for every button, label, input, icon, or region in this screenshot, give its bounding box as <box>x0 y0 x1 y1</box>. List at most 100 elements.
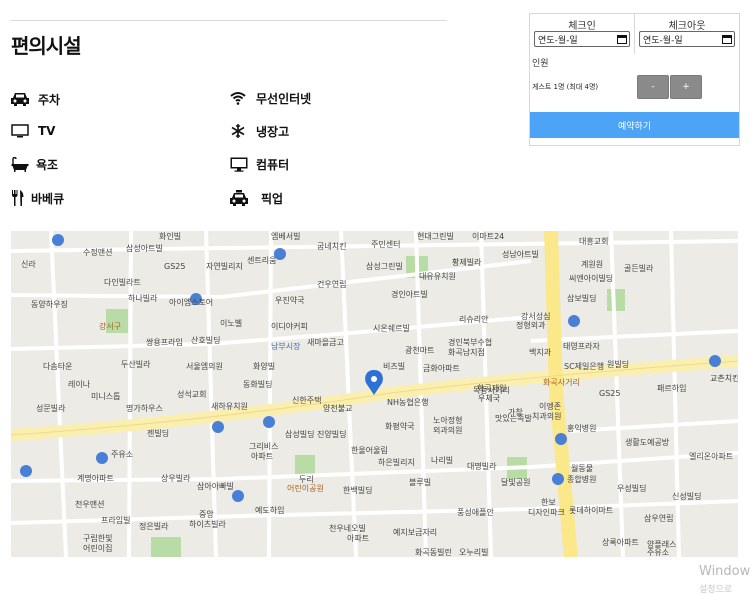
checkout-date-input[interactable]: 연도-월-일 <box>639 31 735 47</box>
map-label: 정형외과 <box>516 321 546 330</box>
calendar-icon[interactable] <box>617 34 627 44</box>
amenity-label: 욕조 <box>36 158 59 172</box>
amenity-bbq: 바베큐 <box>11 190 64 206</box>
map-label: 백지과 <box>529 348 552 357</box>
map-label: 두산빌라 <box>121 360 151 369</box>
bathtub-icon <box>11 157 29 172</box>
map-label: 아파트 <box>251 452 274 461</box>
map-label: 동화빌딩 <box>243 380 273 389</box>
map-label: 대명빌라 <box>467 462 497 471</box>
map-label: 예도하임 <box>255 506 285 515</box>
map-label: 삼성그린빌 <box>366 262 403 271</box>
map-label: 쌍용프라임 <box>146 338 183 347</box>
map-label: 화인빌 <box>159 232 182 241</box>
checkin-label: 체크인 <box>568 21 596 32</box>
increment-guests-button[interactable]: + <box>670 75 702 99</box>
map-label: 대흥교회 <box>579 237 609 246</box>
map-label: 프라임빌 <box>101 516 131 525</box>
checkin-date-input[interactable]: 연도-월-일 <box>534 31 630 47</box>
map-label: 화곡남지점 <box>448 348 485 357</box>
map-label: 계명아파트 <box>77 474 114 483</box>
map-label: 치과의원 <box>532 412 562 421</box>
map-label: 삼성빌딩 <box>285 430 315 439</box>
map-label: GS25 <box>164 262 186 271</box>
map-label: 월동물 <box>571 464 594 473</box>
map-label: 삼성아트빌 <box>126 244 163 253</box>
checkout-date-value: 연도-월-일 <box>643 35 683 46</box>
map-label: 미니스톱 <box>91 392 121 401</box>
map-label: 다솜타운 <box>43 362 73 371</box>
map-label: 교촌치킨 <box>710 374 738 383</box>
snowflake-icon <box>231 124 245 138</box>
map-label: 생활도예공방 <box>625 438 670 447</box>
calendar-icon[interactable] <box>722 34 732 44</box>
map-label: 어린이집 <box>83 544 113 553</box>
booking-panel: 체크인 연도-월-일 체크아웃 연도-월-일 인원 게스트 1명 (최대 4명)… <box>529 13 740 146</box>
map-label: 리슈리안 <box>459 315 489 324</box>
map-label: 이디야커피 <box>271 322 308 331</box>
monitor-icon <box>230 157 248 172</box>
map-label: 비즈빌 <box>383 362 406 371</box>
amenity-tv: TV <box>11 124 55 138</box>
guests-label: 인원 <box>532 59 549 69</box>
map-label: 어린이공원 <box>287 484 324 493</box>
map-label: 엠베서빌 <box>271 232 301 241</box>
checkin-column: 체크인 연도-월-일 <box>530 14 634 52</box>
amenity-label: 픽업 <box>261 191 284 206</box>
amenity-bathtub: 욕조 <box>11 157 58 172</box>
map-label: 서울엠의원 <box>186 362 223 371</box>
map-label: 골든빌라 <box>624 264 654 273</box>
taxi-icon <box>229 190 249 206</box>
map-label: 오누리빌 <box>459 548 489 557</box>
wifi-icon <box>230 91 246 105</box>
map-label: 씨엔아이빌딩 <box>569 274 614 283</box>
amenity-label: 컴퓨터 <box>256 158 290 172</box>
map-label: 나리빌 <box>431 456 454 465</box>
map-label: 상록아파트 <box>602 538 639 547</box>
map-label: 자연빌리지 <box>206 262 243 271</box>
amenity-computer: 컴퓨터 <box>230 157 289 172</box>
map-label: 화곡사거리 <box>543 378 580 387</box>
map-label: 원빌딩 <box>607 360 630 369</box>
map-label: 경인아트빌 <box>391 290 428 299</box>
map-label: 광천마트 <box>405 346 435 355</box>
map-label: 성남아트빌 <box>502 250 539 259</box>
map-label: 삼아아빠빌 <box>197 482 234 491</box>
map-label: 산호빌딩 <box>191 336 221 345</box>
reserve-button[interactable]: 예약하기 <box>530 112 739 138</box>
map-label: SC제일은행 <box>564 362 605 371</box>
map-label: 한울어울림 <box>351 446 388 455</box>
map-label: 남부시장 <box>271 342 301 351</box>
location-map[interactable]: 화인빌 엠베서빌 굽네치킨 주민센터 현대그린빌 이마트24 대흥교회 신라 수… <box>11 231 738 557</box>
map-label: 맛있는족발 <box>495 414 532 423</box>
checkout-column: 체크아웃 연도-월-일 <box>635 14 739 52</box>
guests-count-text: 게스트 1명 (최대 4명) <box>532 83 599 91</box>
map-label: 한백빌딩 <box>343 486 373 495</box>
map-label: 건우연립 <box>317 280 347 289</box>
checkin-date-value: 연도-월-일 <box>538 35 578 46</box>
map-label: 우진약국 <box>275 296 305 305</box>
amenity-label: 바베큐 <box>31 191 65 206</box>
map-label: 예지보금자리 <box>393 528 438 537</box>
amenity-pickup: 픽업 <box>229 190 283 206</box>
map-label: 삼보빌딩 <box>567 294 597 303</box>
map-label: 삼우연립 <box>644 514 674 523</box>
map-label: 정은빌라 <box>139 522 169 531</box>
facilities-title: 편의시설 <box>11 34 82 58</box>
map-label: 다인빌라트 <box>104 278 141 287</box>
map-label: 금화아파트 <box>423 364 460 373</box>
amenity-wifi: 무선인터넷 <box>230 91 311 106</box>
amenity-label: TV <box>38 124 56 138</box>
map-label: 신한주택 <box>292 396 322 405</box>
decrement-guests-button[interactable]: - <box>637 75 669 99</box>
map-label: 하나빌라 <box>128 294 158 303</box>
map-label: 현대그린빌 <box>417 232 454 241</box>
amenity-label: 무선인터넷 <box>256 91 312 106</box>
map-label: 새마을금고 <box>307 338 344 347</box>
amenity-parking: 주차 <box>10 91 60 107</box>
map-label: 풍성애플안 <box>457 508 494 517</box>
map-label: 종합병원 <box>567 475 597 484</box>
map-label: 신라 <box>21 260 36 269</box>
map-label: 우성빌딩 <box>617 484 647 493</box>
map-label: 천우맨션 <box>75 500 105 509</box>
